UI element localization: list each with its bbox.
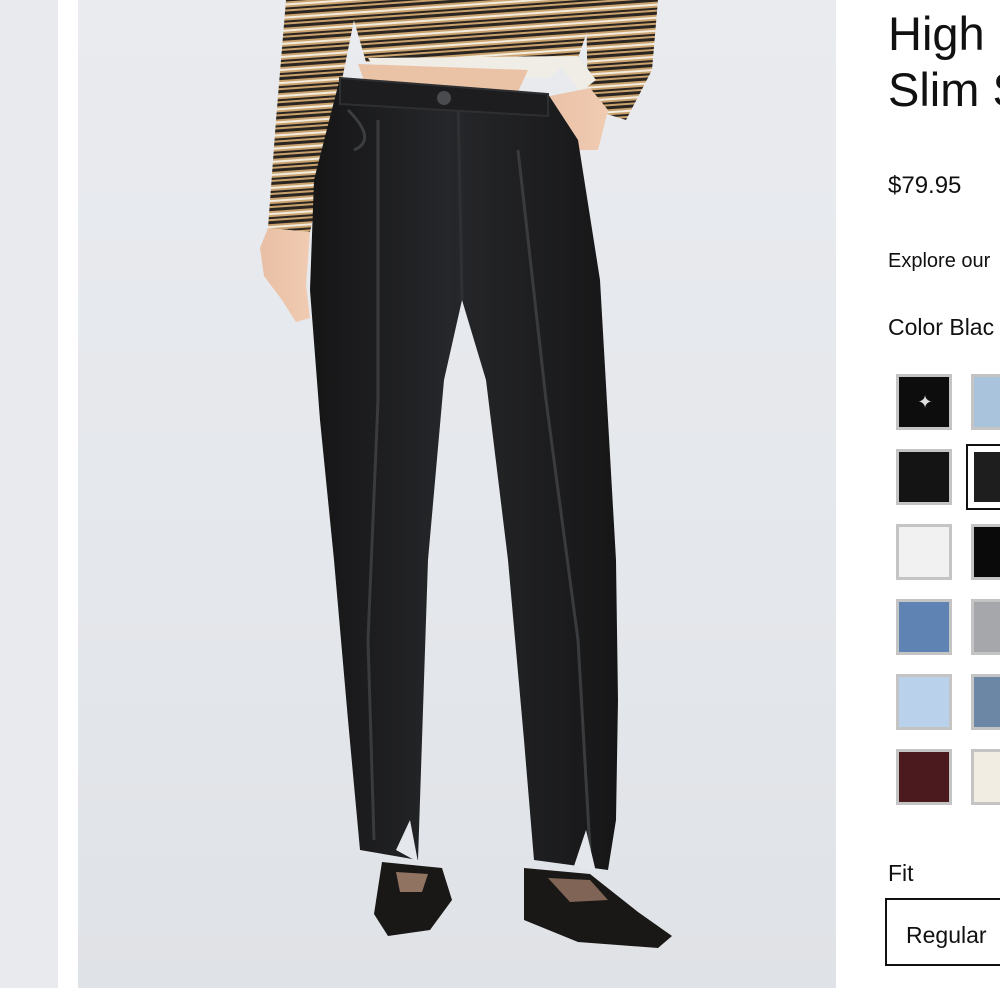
color-swatch-light-blue[interactable] — [896, 674, 952, 730]
color-swatch-black-rinse[interactable] — [971, 524, 1000, 580]
product-price: $79.95 — [888, 172, 962, 199]
previous-product-image[interactable] — [0, 0, 58, 988]
color-swatch-ecru[interactable] — [971, 749, 1000, 805]
fit-label: Fit — [888, 860, 914, 886]
color-swatch-light-blue-wash[interactable] — [971, 374, 1000, 430]
color-label: Color — [888, 314, 943, 340]
color-swatch-grey-wash[interactable] — [971, 599, 1000, 655]
fit-option-regular[interactable]: Regular — [885, 898, 1000, 966]
product-title: High Slim S — [888, 6, 1000, 118]
color-heading: Color Blac — [888, 314, 994, 341]
embellishment-icon: ✦ — [917, 392, 933, 412]
color-swatch-white[interactable] — [896, 524, 952, 580]
product-title-line-2: Slim S — [888, 63, 1000, 116]
jeans-model-photo — [260, 0, 672, 948]
color-swatch-black[interactable] — [896, 449, 952, 505]
color-value: Blac — [949, 314, 995, 340]
product-page: High Slim S $79.95 Explore our Color Bla… — [0, 0, 1000, 1000]
product-title-line-1: High — [888, 7, 985, 60]
color-swatch-washed-black[interactable] — [966, 444, 1000, 510]
color-swatch-steel-blue-wash[interactable] — [971, 674, 1000, 730]
color-swatch-black-embellished[interactable]: ✦ — [896, 374, 952, 430]
product-info-panel: High Slim S $79.95 Explore our Color Bla… — [885, 0, 1000, 1000]
main-product-image[interactable] — [78, 0, 836, 988]
color-swatch-burgundy[interactable] — [896, 749, 952, 805]
explore-link[interactable]: Explore our — [888, 250, 990, 273]
color-swatch-medium-blue-wash[interactable] — [896, 599, 952, 655]
